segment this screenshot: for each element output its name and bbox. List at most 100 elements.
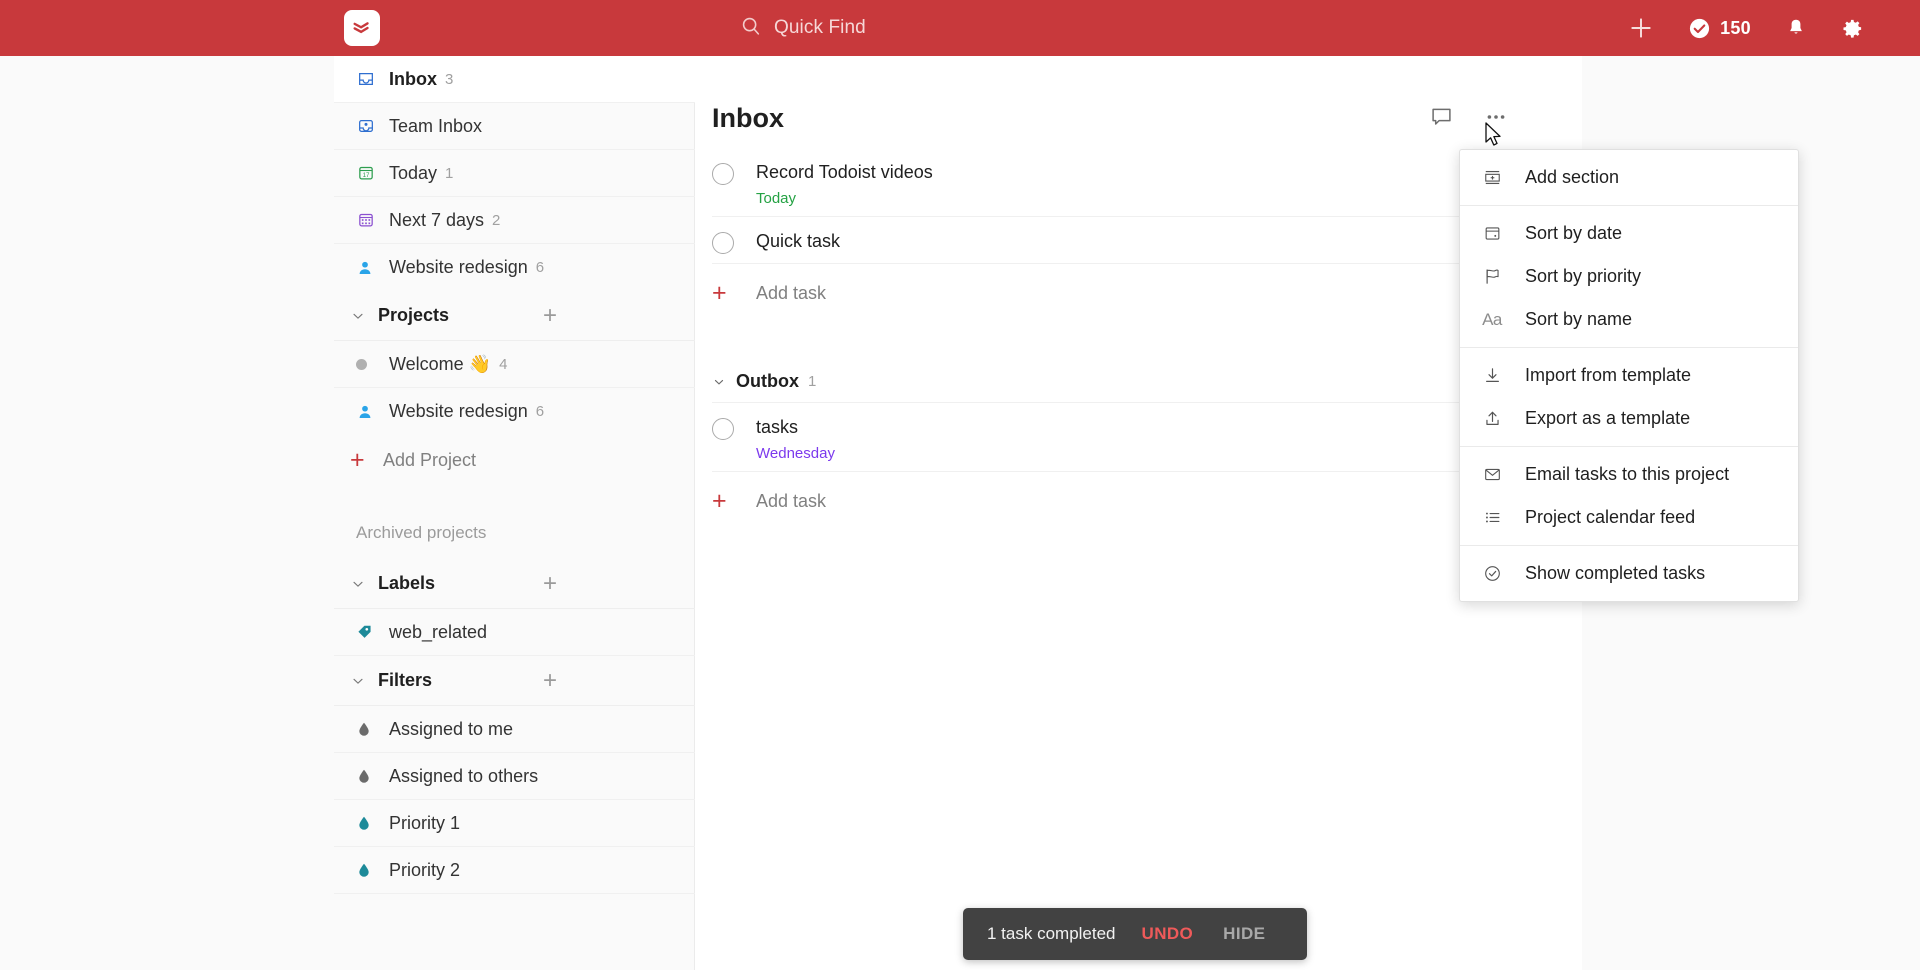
sidebar-item-team-inbox[interactable]: Team Inbox [334,103,695,150]
project-actions [1429,105,1508,129]
more-options-icon[interactable] [1484,105,1508,129]
menu-item-label: Project calendar feed [1525,507,1696,527]
task-row[interactable]: Quick task [712,217,1512,264]
quick-find-search[interactable]: Quick Find [740,13,866,43]
add-section-icon [1480,168,1504,187]
sidebar-section-filters[interactable]: Filters + [334,656,695,706]
plus-icon: + [350,445,365,474]
add-task-button[interactable]: + Add task [712,264,1512,323]
inbox-icon [356,69,382,89]
add-project-button[interactable]: + Add Project [334,435,695,485]
toast-message: 1 task completed [987,924,1116,943]
task-body: Quick task [756,230,840,252]
menu-item-show-completed-tasks[interactable]: Show completed tasks [1460,552,1798,595]
menu-item-sort-by-name[interactable]: Aa Sort by name [1460,298,1798,341]
menu-item-project-calendar-feed[interactable]: Project calendar feed [1460,496,1798,539]
add-filter-plus-button[interactable]: + [543,668,557,693]
menu-item-sort-by-priority[interactable]: Sort by priority [1460,255,1798,298]
task-checkbox[interactable] [712,232,734,254]
sort-date-icon [1480,224,1504,243]
notifications-bell-button[interactable] [1785,17,1807,39]
add-task-button[interactable]: + Add task [712,472,1512,531]
drop-icon [356,814,382,832]
task-list: Record Todoist videos Today Quick task +… [712,148,1512,531]
sidebar-item-count: 6 [535,259,545,276]
menu-item-email-tasks-to-this-project[interactable]: Email tasks to this project [1460,453,1798,496]
section-count: 1 [808,373,817,390]
archived-projects-label: Archived projects [356,523,487,542]
archived-projects-link[interactable]: Archived projects [334,507,695,559]
check-circle-icon [1480,564,1504,583]
sidebar-project-count: 6 [535,403,545,420]
sidebar-item-label: Website redesign [389,257,528,277]
sidebar-filter-assigned-to-me[interactable]: Assigned to me [334,706,695,753]
sidebar-section-title: Filters [378,670,433,690]
menu-item-sort-by-date[interactable]: Sort by date [1460,212,1798,255]
menu-group: Sort by date Sort by priority Aa Sort by… [1460,205,1798,347]
top-navigation-bar: Quick Find 150 [0,0,1920,56]
sidebar-project-website-redesign[interactable]: Website redesign 6 [334,388,695,435]
menu-group: Add section [1460,150,1798,205]
settings-gear-button[interactable] [1841,17,1864,40]
sidebar-item-label: Team Inbox [389,115,483,136]
add-task-button[interactable] [1628,15,1654,41]
todoist-logo[interactable] [344,10,380,46]
menu-item-label: Show completed tasks [1525,563,1706,583]
drop-icon [356,720,382,738]
undo-button[interactable]: UNDO [1142,924,1194,944]
task-due-date: Today [756,190,797,207]
menu-group: Email tasks to this project Project cale… [1460,446,1798,545]
hide-button[interactable]: HIDE [1223,924,1265,944]
menu-item-label: Sort by priority [1525,266,1642,286]
section-header-outbox[interactable]: Outbox 1 [712,371,1512,392]
sidebar-item-label: Inbox [389,68,437,89]
sidebar-project-welcome[interactable]: Welcome 👋 4 [334,341,695,388]
menu-item-add-section[interactable]: Add section [1460,156,1798,199]
sidebar-filter-assigned-to-others[interactable]: Assigned to others [334,753,695,800]
sidebar-section-labels[interactable]: Labels + [334,559,695,609]
add-project-plus-button[interactable]: + [543,303,557,328]
sidebar-filter-label: Priority 2 [389,859,461,880]
undo-toast: 1 task completed UNDO HIDE [963,908,1307,960]
sidebar-filter-label: Priority 1 [389,812,461,833]
task-checkbox[interactable] [712,418,734,440]
add-label-plus-button[interactable]: + [543,571,557,596]
add-task-label: Add task [756,491,827,511]
sidebar-filter-priority-2[interactable]: Priority 2 [334,847,695,894]
plus-icon: + [712,487,727,515]
envelope-icon [1480,465,1504,484]
task-title: Record Todoist videos [756,162,933,182]
sidebar-item-next-7-days[interactable]: Next 7 days 2 [334,197,695,244]
sidebar-item-website-redesign-shared[interactable]: Website redesign 6 [334,244,695,291]
main-content: Inbox Record Todoist videos Today Quick … [696,56,1582,970]
task-checkbox[interactable] [712,163,734,185]
task-row[interactable]: tasks Wednesday [712,403,1512,472]
sidebar-filter-priority-1[interactable]: Priority 1 [334,800,695,847]
sidebar-item-inbox[interactable]: Inbox 3 [334,56,695,103]
chevron-down-icon [350,673,378,689]
list-icon [1480,508,1504,527]
sidebar-project-label: Welcome 👋 [389,353,492,374]
task-due-date: Wednesday [756,445,835,462]
drop-icon [356,767,382,785]
topbar-actions: 150 [1628,0,1864,56]
menu-item-export-as-a-template[interactable]: Export as a template [1460,397,1798,440]
sidebar-section-projects[interactable]: Projects + [334,291,695,341]
comment-icon[interactable] [1429,105,1454,129]
team-inbox-icon [356,116,382,136]
karma-button[interactable]: 150 [1688,17,1751,40]
task-body: tasks Wednesday [756,416,835,462]
sidebar-item-today[interactable]: 17 Today 1 [334,150,695,197]
chevron-down-icon [712,375,726,389]
task-row[interactable]: Record Todoist videos Today [712,148,1512,217]
task-title: tasks [756,417,799,437]
menu-group: Show completed tasks [1460,545,1798,601]
menu-item-import-from-template[interactable]: Import from template [1460,354,1798,397]
sidebar-project-count: 4 [499,355,508,373]
karma-count: 150 [1720,17,1751,38]
menu-item-label: Add section [1525,167,1620,187]
person-icon [356,259,382,277]
chevron-down-icon [350,308,378,324]
sidebar-label-web-related[interactable]: web_related [334,609,695,656]
